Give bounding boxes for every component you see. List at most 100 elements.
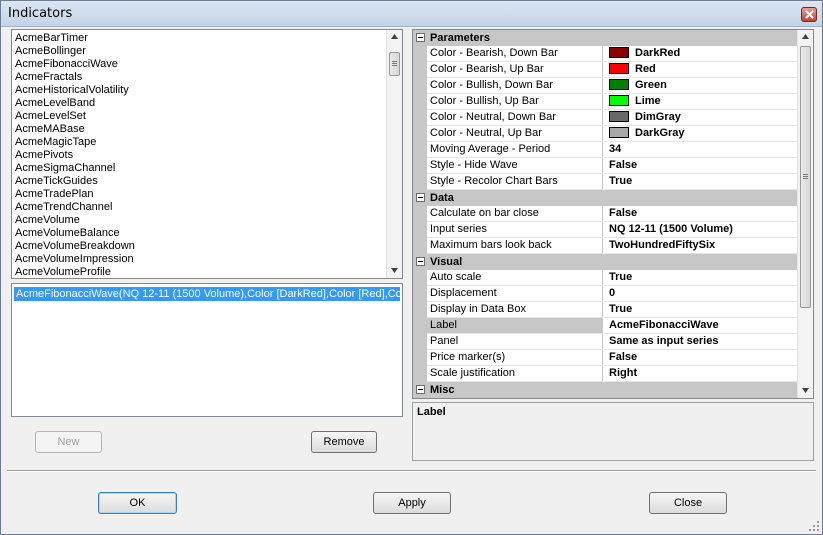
property-category[interactable]: Data — [413, 190, 798, 206]
property-name[interactable]: Scale justification — [427, 366, 603, 382]
indicator-list-item[interactable]: AcmeVolumeImpression — [12, 253, 387, 266]
resize-grip-icon[interactable] — [809, 521, 819, 531]
property-name[interactable]: Maximum bars look back — [427, 238, 603, 254]
indicator-list-item[interactable]: AcmeMABase — [12, 123, 387, 136]
property-row[interactable]: Moving Average - Period 34 — [413, 142, 798, 158]
scroll-up-button[interactable] — [387, 30, 402, 44]
indicator-list[interactable]: AcmeBarTimer AcmeBollinger AcmeFibonacciWa… — [11, 29, 403, 279]
property-name[interactable]: Input series — [427, 222, 603, 238]
property-value[interactable]: TwoHundredFiftySix — [604, 238, 798, 254]
property-value[interactable]: Same as input series — [604, 334, 798, 350]
property-name[interactable]: Displacement — [427, 286, 603, 302]
new-button[interactable]: New — [35, 431, 102, 453]
property-value[interactable]: False — [604, 350, 798, 366]
property-row[interactable]: Color - Bearish, Up Bar Red — [413, 62, 798, 78]
property-value[interactable]: AcmeFibonacciWave — [604, 318, 798, 334]
property-value[interactable]: Green — [604, 78, 798, 94]
indicator-list-item[interactable]: AcmeMagicTape — [12, 136, 387, 149]
property-row[interactable]: Auto scale True — [413, 270, 798, 286]
indicator-list-item[interactable]: AcmeVolumeBreakdown — [12, 240, 387, 253]
property-name[interactable]: Color - Bearish, Down Bar — [427, 46, 603, 62]
property-category[interactable]: Misc — [413, 382, 798, 398]
property-name[interactable]: Color - Bullish, Up Bar — [427, 94, 603, 110]
indicator-list-item[interactable]: AcmeHistoricalVolatility — [12, 84, 387, 97]
title-bar[interactable]: Indicators — [1, 1, 822, 27]
property-row[interactable]: Label AcmeFibonacciWave — [413, 318, 798, 334]
property-value[interactable]: True — [604, 302, 798, 318]
property-value[interactable]: Right — [604, 366, 798, 382]
close-window-button[interactable] — [801, 7, 817, 22]
ok-button[interactable]: OK — [98, 492, 177, 514]
property-row[interactable]: Style - Hide Wave False — [413, 158, 798, 174]
property-value[interactable]: False — [604, 158, 798, 174]
property-row[interactable]: Color - Bullish, Up Bar Lime — [413, 94, 798, 110]
property-name[interactable]: Label — [427, 318, 603, 334]
grid-scroll-up-button[interactable] — [798, 30, 813, 44]
property-row[interactable]: Display in Data Box True — [413, 302, 798, 318]
property-value[interactable]: Lime — [604, 94, 798, 110]
property-row[interactable]: Panel Same as input series — [413, 334, 798, 350]
indicator-list-scrollbar[interactable] — [386, 30, 402, 278]
property-name[interactable]: Style - Hide Wave — [427, 158, 603, 174]
property-name[interactable]: Display in Data Box — [427, 302, 603, 318]
property-row[interactable]: Price marker(s) False — [413, 350, 798, 366]
property-row[interactable]: Calculate on bar close False — [413, 206, 798, 222]
indicator-list-item[interactable]: AcmeFibonacciWave — [12, 58, 387, 71]
property-value[interactable]: DarkRed — [604, 46, 798, 62]
indicator-list-item[interactable]: AcmeBollinger — [12, 45, 387, 58]
property-name[interactable]: Color - Bearish, Up Bar — [427, 62, 603, 78]
property-name[interactable]: Calculate on bar close — [427, 206, 603, 222]
property-value[interactable]: 0 — [604, 286, 798, 302]
indicator-list-item[interactable]: AcmePivots — [12, 149, 387, 162]
property-name[interactable]: Moving Average - Period — [427, 142, 603, 158]
indicator-list-item[interactable]: AcmeLevelSet — [12, 110, 387, 123]
scroll-thumb[interactable] — [389, 52, 400, 76]
property-name[interactable]: Panel — [427, 334, 603, 350]
property-grid[interactable]: Parameters Color - Bearish, Down Bar DarkR… — [412, 29, 814, 399]
indicator-list-item[interactable]: AcmeTickGuides — [12, 175, 387, 188]
property-value[interactable]: True — [604, 174, 798, 190]
property-row[interactable]: Style - Recolor Chart Bars True — [413, 174, 798, 190]
scroll-down-button[interactable] — [387, 264, 402, 278]
property-name[interactable]: Style - Recolor Chart Bars — [427, 174, 603, 190]
property-value[interactable]: DarkGray — [604, 126, 798, 142]
property-row[interactable]: Color - Neutral, Up Bar DarkGray — [413, 126, 798, 142]
indicator-list-item[interactable]: AcmeTrendChannel — [12, 201, 387, 214]
indicator-list-item[interactable]: AcmeVolumeBalance — [12, 227, 387, 240]
property-name[interactable]: Color - Neutral, Up Bar — [427, 126, 603, 142]
indicator-list-item[interactable]: AcmeTradePlan — [12, 188, 387, 201]
property-row[interactable]: Color - Bearish, Down Bar DarkRed — [413, 46, 798, 62]
property-value[interactable]: True — [604, 270, 798, 286]
property-value[interactable]: False — [604, 206, 798, 222]
property-name[interactable]: Price marker(s) — [427, 350, 603, 366]
property-row[interactable]: Input series NQ 12-11 (1500 Volume) — [413, 222, 798, 238]
property-row[interactable]: Color - Bullish, Down Bar Green — [413, 78, 798, 94]
collapse-icon[interactable] — [416, 257, 425, 266]
applied-indicator-item[interactable]: AcmeFibonacciWave(NQ 12-11 (1500 Volume)… — [13, 286, 401, 302]
indicator-list-item[interactable]: AcmeVolumeProfile — [12, 266, 387, 279]
close-button[interactable]: Close — [649, 492, 727, 514]
property-row[interactable]: Displacement 0 — [413, 286, 798, 302]
property-grid-scrollbar[interactable] — [797, 30, 813, 398]
indicator-list-item[interactable]: AcmeSigmaChannel — [12, 162, 387, 175]
property-category[interactable]: Parameters — [413, 30, 798, 46]
property-name[interactable]: Auto scale — [427, 270, 603, 286]
indicator-list-item[interactable]: AcmeLevelBand — [12, 97, 387, 110]
applied-indicator-list[interactable]: AcmeFibonacciWave(NQ 12-11 (1500 Volume)… — [11, 283, 403, 417]
remove-button[interactable]: Remove — [311, 431, 377, 453]
indicator-list-item[interactable]: AcmeBarTimer — [12, 32, 387, 45]
property-row[interactable]: Scale justification Right — [413, 366, 798, 382]
grid-scroll-down-button[interactable] — [798, 384, 813, 398]
property-value[interactable]: 34 — [604, 142, 798, 158]
property-name[interactable]: Color - Bullish, Down Bar — [427, 78, 603, 94]
indicator-list-item[interactable]: AcmeFractals — [12, 71, 387, 84]
property-row[interactable]: Color - Neutral, Down Bar DimGray — [413, 110, 798, 126]
property-value[interactable]: Red — [604, 62, 798, 78]
collapse-icon[interactable] — [416, 193, 425, 202]
indicator-list-item[interactable]: AcmeVolume — [12, 214, 387, 227]
property-category[interactable]: Visual — [413, 254, 798, 270]
property-value[interactable]: DimGray — [604, 110, 798, 126]
apply-button[interactable]: Apply — [373, 492, 451, 514]
property-value[interactable]: NQ 12-11 (1500 Volume) — [604, 222, 798, 238]
grid-scroll-thumb[interactable] — [800, 46, 811, 308]
